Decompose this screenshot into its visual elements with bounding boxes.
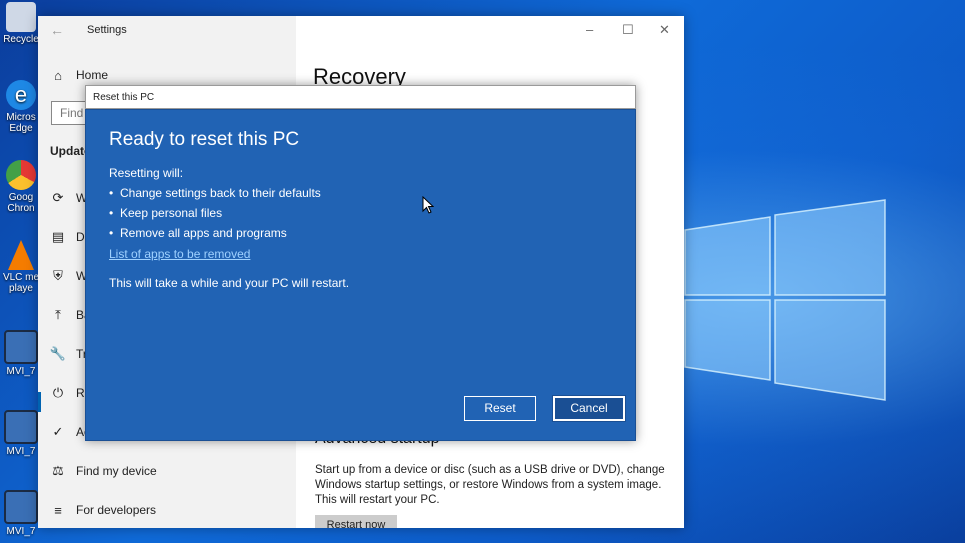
desktop-icon-vlc[interactable]: VLC me playe bbox=[2, 240, 40, 294]
apps-removed-link[interactable]: List of apps to be removed bbox=[109, 247, 250, 261]
desktop-icon-video-1[interactable]: MVI_7 bbox=[2, 330, 40, 377]
reset-button[interactable]: Reset bbox=[464, 396, 536, 421]
desktop-icon-edge[interactable]: e Micros Edge bbox=[2, 80, 40, 134]
recovery-icon: ⏻ bbox=[52, 385, 64, 400]
sidebar-item-windows-update[interactable]: ⟳ W bbox=[50, 188, 88, 208]
sidebar-item-for-developers[interactable]: ≡ For developers bbox=[50, 500, 156, 520]
cancel-button[interactable]: Cancel bbox=[552, 395, 626, 422]
recycle-bin-icon bbox=[6, 2, 36, 32]
reset-pc-dialog: Reset this PC Ready to reset this PC Res… bbox=[85, 85, 636, 441]
backup-icon: ⤒ bbox=[55, 307, 61, 322]
maximize-icon[interactable]: ☐ bbox=[622, 22, 634, 38]
selected-indicator bbox=[38, 392, 41, 412]
find-device-icon: ⚖ bbox=[52, 463, 64, 478]
home-icon: ⌂ bbox=[54, 67, 62, 83]
sidebar-item-troubleshoot[interactable]: 🔧 Tr bbox=[50, 344, 87, 364]
bullet-icon: • bbox=[109, 186, 114, 200]
bullet-icon: • bbox=[109, 206, 114, 220]
window-title: Settings bbox=[87, 24, 127, 36]
desktop-icon-video-3[interactable]: MVI_7 bbox=[2, 490, 40, 537]
delivery-icon: ▤ bbox=[51, 229, 65, 244]
sidebar-item-home[interactable]: ⌂ Home bbox=[50, 65, 108, 85]
windows-logo bbox=[684, 199, 886, 401]
desktop-icon-recycle-bin[interactable]: Recycle bbox=[2, 2, 40, 45]
desktop-icon-chrome[interactable]: Goog Chron bbox=[2, 160, 40, 214]
list-item: • Change settings back to their defaults bbox=[109, 186, 321, 200]
sidebar-item-activation[interactable]: ✓ Ac bbox=[50, 422, 90, 442]
sidebar-item-security[interactable]: ⛨ W bbox=[50, 266, 87, 286]
bullet-icon: • bbox=[109, 226, 114, 240]
shield-icon: ⛨ bbox=[53, 268, 63, 283]
activation-icon: ✓ bbox=[52, 424, 64, 439]
restart-note: This will take a while and your PC will … bbox=[109, 276, 350, 290]
chrome-icon bbox=[6, 160, 36, 190]
back-arrow-icon[interactable]: ← bbox=[50, 22, 64, 38]
advanced-startup-description: Start up from a device or disc (such as … bbox=[315, 464, 665, 506]
dialog-subheading: Resetting will: bbox=[109, 166, 184, 180]
close-icon[interactable]: ✕ bbox=[659, 22, 670, 38]
wrench-icon: 🔧 bbox=[49, 346, 67, 361]
restart-now-button[interactable]: Restart now bbox=[315, 515, 397, 528]
settings-titlebar: ← Settings – ☐ ✕ bbox=[38, 16, 684, 46]
dialog-title: Reset this PC bbox=[85, 85, 636, 109]
dialog-heading: Ready to reset this PC bbox=[109, 129, 300, 150]
developer-icon: ≡ bbox=[54, 502, 62, 518]
desktop-icon-video-2[interactable]: MVI_7 bbox=[2, 410, 40, 457]
sidebar-item-find-my-device[interactable]: ⚖ Find my device bbox=[50, 461, 157, 481]
minimize-icon[interactable]: – bbox=[586, 22, 593, 37]
dialog-body: Ready to reset this PC Resetting will: •… bbox=[85, 109, 636, 441]
list-item: • Keep personal files bbox=[109, 206, 223, 220]
video-file-icon bbox=[4, 330, 38, 364]
list-item: • Remove all apps and programs bbox=[109, 226, 287, 240]
sync-icon: ⟳ bbox=[52, 190, 64, 205]
vlc-icon bbox=[8, 240, 34, 270]
video-file-icon bbox=[4, 410, 38, 444]
mouse-cursor-icon bbox=[422, 196, 434, 214]
video-file-icon bbox=[4, 490, 38, 524]
edge-icon: e bbox=[6, 80, 36, 110]
